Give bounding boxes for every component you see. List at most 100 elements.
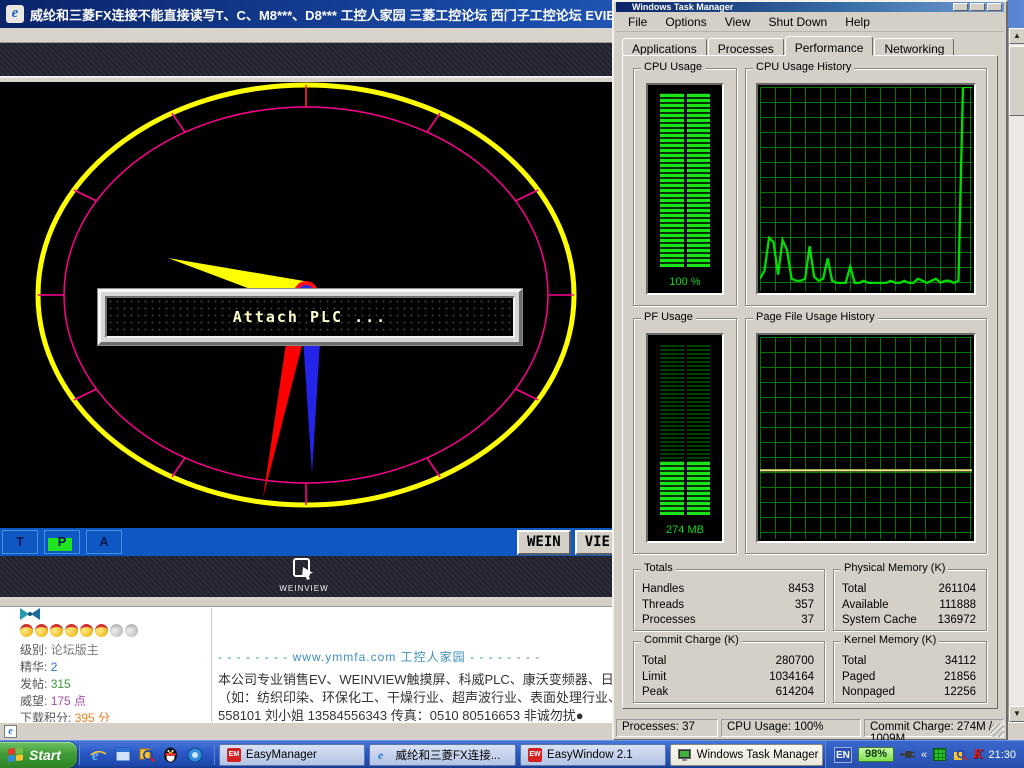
- resize-grip[interactable]: [991, 724, 1004, 737]
- signature-line-2: （如：纺织印染、环保化工、干燥行业、超声波行业、表面处理行业、照: [218, 689, 612, 707]
- windows-flag-icon: [8, 747, 24, 763]
- start-button[interactable]: Start: [0, 742, 77, 768]
- taskbar-button-taskmanager[interactable]: Windows Task Manager: [670, 744, 823, 766]
- physical-memory-group: Physical Memory (K) Total261104 Availabl…: [833, 569, 987, 631]
- commit-charge-label: Commit Charge (K): [641, 634, 742, 646]
- clock-tick: [172, 113, 185, 132]
- close-button[interactable]: [987, 3, 1002, 11]
- table-row: Available111888: [842, 598, 976, 614]
- simulator-bottom-band: WEINVIEW: [0, 556, 612, 597]
- signature-line-3: 558101 刘小姐 13584556343 传真：0510 80516653 …: [218, 707, 612, 722]
- battery-indicator[interactable]: 98%: [858, 747, 894, 762]
- prestige-label: 威望:: [20, 694, 47, 708]
- network-tray-icon[interactable]: [933, 748, 946, 761]
- antivirus-tray-icon[interactable]: K: [973, 747, 982, 763]
- cpu-meter-split: [684, 93, 687, 267]
- status-processes: Processes: 37: [616, 719, 718, 737]
- pf-history-group: Page File Usage History: [745, 318, 987, 554]
- medal-gold-icon: [35, 624, 48, 637]
- medal-gold-icon: [80, 624, 93, 637]
- language-indicator[interactable]: EN: [834, 747, 852, 763]
- pf-meter-bars: [660, 343, 710, 515]
- totals-label: Totals: [641, 562, 676, 574]
- browser-content: 级别: 论坛版主 精华: 2 发帖: 315 威望: 175 点 下载积分: 3…: [0, 600, 612, 722]
- taskmgr-titlebar[interactable]: Windows Task Manager: [616, 2, 1004, 12]
- table-row: Handles8453: [642, 582, 814, 598]
- desktop-screen: e 威纶和三菱FX连接不能直接读写T、C、M8***、D8*** 工控人家园 三…: [0, 0, 1024, 768]
- posts-label: 发帖:: [20, 677, 47, 691]
- pf-meter-split: [684, 343, 687, 515]
- table-row: Total34112: [842, 654, 976, 670]
- taskbar-button-browser[interactable]: e 威纶和三菱FX连接...: [369, 744, 517, 766]
- system-tray: EN 98% « K 21:30: [825, 741, 1024, 768]
- kernel-memory-group: Kernel Memory (K) Total34112 Paged21856 …: [833, 641, 987, 703]
- weinview-logo-icon: [291, 558, 317, 580]
- easybuilder-icon[interactable]: [138, 746, 156, 764]
- pf-history-label: Page File Usage History: [753, 311, 878, 323]
- indicator-t[interactable]: T: [2, 530, 38, 554]
- pf-meter-value: 274 MB: [648, 524, 722, 536]
- medal-gold-icon: [50, 624, 63, 637]
- table-row: Total280700: [642, 654, 814, 670]
- ie-quicklaunch-icon[interactable]: e: [90, 746, 108, 764]
- prestige-value: 175 点: [51, 694, 86, 708]
- tray-collapse-chevron[interactable]: «: [921, 749, 927, 761]
- scroll-down-button[interactable]: ▼: [1009, 706, 1024, 722]
- pf-usage-group: PF Usage 274 MB: [633, 318, 737, 554]
- browser-title: 威纶和三菱FX连接不能直接读写T、C、M8***、D8*** 工控人家园 三菱工…: [30, 5, 627, 24]
- signature-line-1: 本公司专业销售EV、WEINVIEW触摸屏、科威PLC、康沃变频器、日本高: [218, 671, 612, 689]
- easywindow-simulator: Attach PLC ... T P A WEIN VIE WEINVIEW: [0, 28, 612, 600]
- taskbar-button-easywindow[interactable]: EW EasyWindow 2.1: [520, 744, 666, 766]
- medal-row: [20, 624, 205, 637]
- svg-text:e: e: [378, 748, 384, 761]
- clock-tick: [516, 190, 539, 201]
- signature-header: - - - - - - - - www.ymmfa.com 工控人家园 - - …: [218, 648, 612, 665]
- search-tray-icon[interactable]: [952, 747, 967, 762]
- menu-options[interactable]: Options: [657, 13, 714, 31]
- scroll-up-button[interactable]: ▲: [1009, 28, 1024, 44]
- minimize-button[interactable]: [953, 3, 968, 11]
- power-plug-icon[interactable]: [900, 747, 915, 762]
- view-button[interactable]: VIE: [575, 530, 612, 555]
- simulator-bottom-edge: [0, 597, 612, 600]
- maximize-button[interactable]: [970, 3, 985, 11]
- forum-signature: - - - - - - - - www.ymmfa.com 工控人家园 - - …: [218, 648, 612, 722]
- weinview-logo-label: WEINVIEW: [272, 584, 336, 593]
- menu-file[interactable]: File: [620, 13, 655, 31]
- indicator-p[interactable]: P: [44, 530, 80, 554]
- taskmgr-title: Windows Task Manager: [632, 2, 733, 12]
- credits-label: 下载积分:: [20, 711, 71, 722]
- indicator-a[interactable]: A: [86, 530, 122, 554]
- cpu-meter-panel: 100 %: [646, 83, 724, 295]
- taskmgr-statusbar: Processes: 37 CPU Usage: 100% Commit Cha…: [616, 717, 1004, 737]
- menu-view[interactable]: View: [717, 13, 759, 31]
- clock-tick: [74, 190, 97, 201]
- browser-vertical-scrollbar[interactable]: ▲ ▼: [1008, 28, 1024, 722]
- clock-tick: [74, 389, 97, 400]
- media-player-icon[interactable]: [186, 746, 204, 764]
- scroll-thumb[interactable]: [1009, 46, 1024, 116]
- pf-meter-panel: 274 MB: [646, 333, 724, 543]
- cpu-history-group: CPU Usage History: [745, 68, 987, 306]
- svg-text:e: e: [92, 748, 99, 763]
- pf-history-grid: [760, 337, 972, 539]
- taskbar-button-easymanager[interactable]: EM EasyManager: [219, 744, 365, 766]
- clock-tick: [427, 113, 440, 132]
- table-row: Nonpaged12256: [842, 685, 976, 701]
- digest-label: 精华:: [20, 660, 47, 674]
- ie-task-icon: e: [377, 748, 391, 762]
- menu-shutdown[interactable]: Shut Down: [761, 13, 836, 31]
- menu-help[interactable]: Help: [837, 13, 878, 31]
- task-manager-window: Windows Task Manager File Options View S…: [612, 0, 1008, 741]
- app-window-icon[interactable]: [114, 746, 132, 764]
- taskbar-separator: [214, 745, 215, 765]
- attach-plc-message: Attach PLC ...: [233, 308, 387, 326]
- table-row: Limit1034164: [642, 670, 814, 686]
- forum-column-divider: [211, 608, 212, 722]
- qq-penguin-icon[interactable]: [162, 746, 180, 764]
- clock-tick: [427, 458, 440, 477]
- taskmgr-tabs: Applications Processes Performance Netwo…: [622, 36, 955, 56]
- wein-button[interactable]: WEIN: [517, 530, 571, 555]
- level-value: 论坛版主: [51, 643, 99, 657]
- tab-performance[interactable]: Performance: [785, 36, 874, 56]
